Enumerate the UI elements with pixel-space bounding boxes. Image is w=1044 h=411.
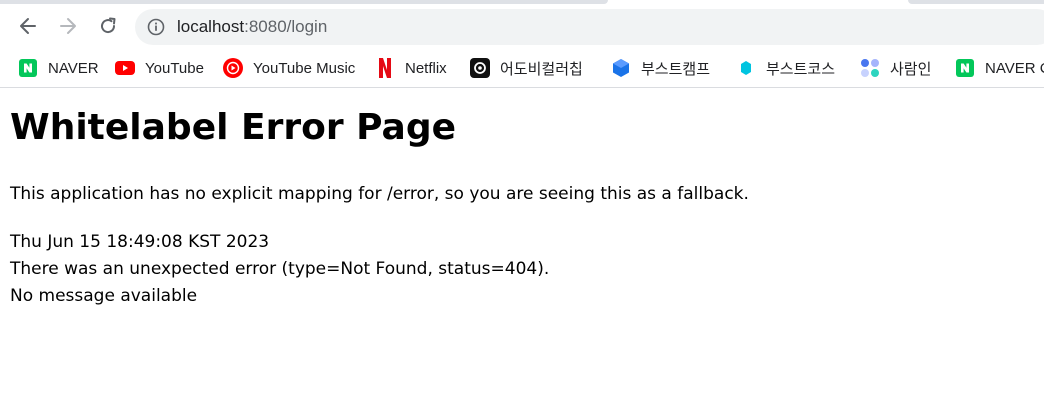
bookmark-youtube-music[interactable]: YouTube Music xyxy=(223,56,355,80)
inactive-tab-right[interactable] xyxy=(908,0,1044,4)
bookmarks-bar: NAVER YouTube YouTube Music Netflix 어도비컬… xyxy=(0,48,1044,88)
arrow-left-icon xyxy=(20,18,36,34)
bookmark-youtube[interactable]: YouTube xyxy=(115,56,204,80)
info-icon[interactable] xyxy=(147,18,165,36)
bookmark-label: 어도비컬러칩 xyxy=(500,60,583,78)
bookmark-naver[interactable]: NAVER xyxy=(18,56,99,80)
bookmark-netflix[interactable]: Netflix xyxy=(375,56,447,80)
url-path: :8080/login xyxy=(244,17,328,36)
boostcamp-icon xyxy=(611,58,631,78)
youtube-icon xyxy=(115,58,135,78)
bookmark-saramin[interactable]: 사람인 xyxy=(860,56,931,80)
bookmark-boostcourse[interactable]: 부스트코스 xyxy=(736,56,835,80)
error-detail: There was an unexpected error (type=Not … xyxy=(10,259,550,279)
bookmark-label: NAVER xyxy=(48,59,99,77)
youtube-music-icon xyxy=(223,58,243,78)
naver-icon xyxy=(18,58,38,78)
adobe-color-icon xyxy=(470,58,490,78)
page-title: Whitelabel Error Page xyxy=(10,107,457,148)
netflix-icon xyxy=(375,58,395,78)
url-host: localhost xyxy=(177,17,245,36)
bookmark-boostcamp[interactable]: 부스트캠프 xyxy=(611,56,710,80)
browser-toolbar: localhost:8080/login xyxy=(0,6,1044,48)
bookmark-label: 부스트코스 xyxy=(766,60,836,78)
bookmark-label: Netflix xyxy=(405,59,447,77)
boostcourse-icon xyxy=(736,58,756,78)
address-bar[interactable]: localhost:8080/login xyxy=(135,9,1044,45)
arrow-right-icon xyxy=(60,18,76,34)
error-message: No message available xyxy=(10,286,198,306)
inactive-tab-left[interactable] xyxy=(0,0,608,4)
forward-button[interactable] xyxy=(52,10,84,42)
bookmark-label: YouTube Music xyxy=(253,59,356,77)
naver-icon xyxy=(955,58,975,78)
bookmark-label: YouTube xyxy=(145,59,204,77)
error-timestamp: Thu Jun 15 18:49:08 KST 2023 xyxy=(10,232,270,252)
bookmark-adobe-color[interactable]: 어도비컬러칩 xyxy=(470,56,583,80)
back-button[interactable] xyxy=(12,10,44,42)
error-description: This application has no explicit mapping… xyxy=(10,184,749,204)
url-text[interactable]: localhost:8080/login xyxy=(177,17,327,37)
reload-icon xyxy=(101,17,116,34)
bookmark-naver-2[interactable]: NAVER C xyxy=(955,56,1044,80)
bookmark-label: 사람인 xyxy=(890,60,932,78)
bookmark-label: 부스트캠프 xyxy=(641,60,711,78)
reload-button[interactable] xyxy=(92,10,124,42)
saramin-icon xyxy=(860,58,880,78)
page-content: Whitelabel Error Page This application h… xyxy=(0,89,1044,411)
bookmark-label: NAVER C xyxy=(985,59,1044,77)
